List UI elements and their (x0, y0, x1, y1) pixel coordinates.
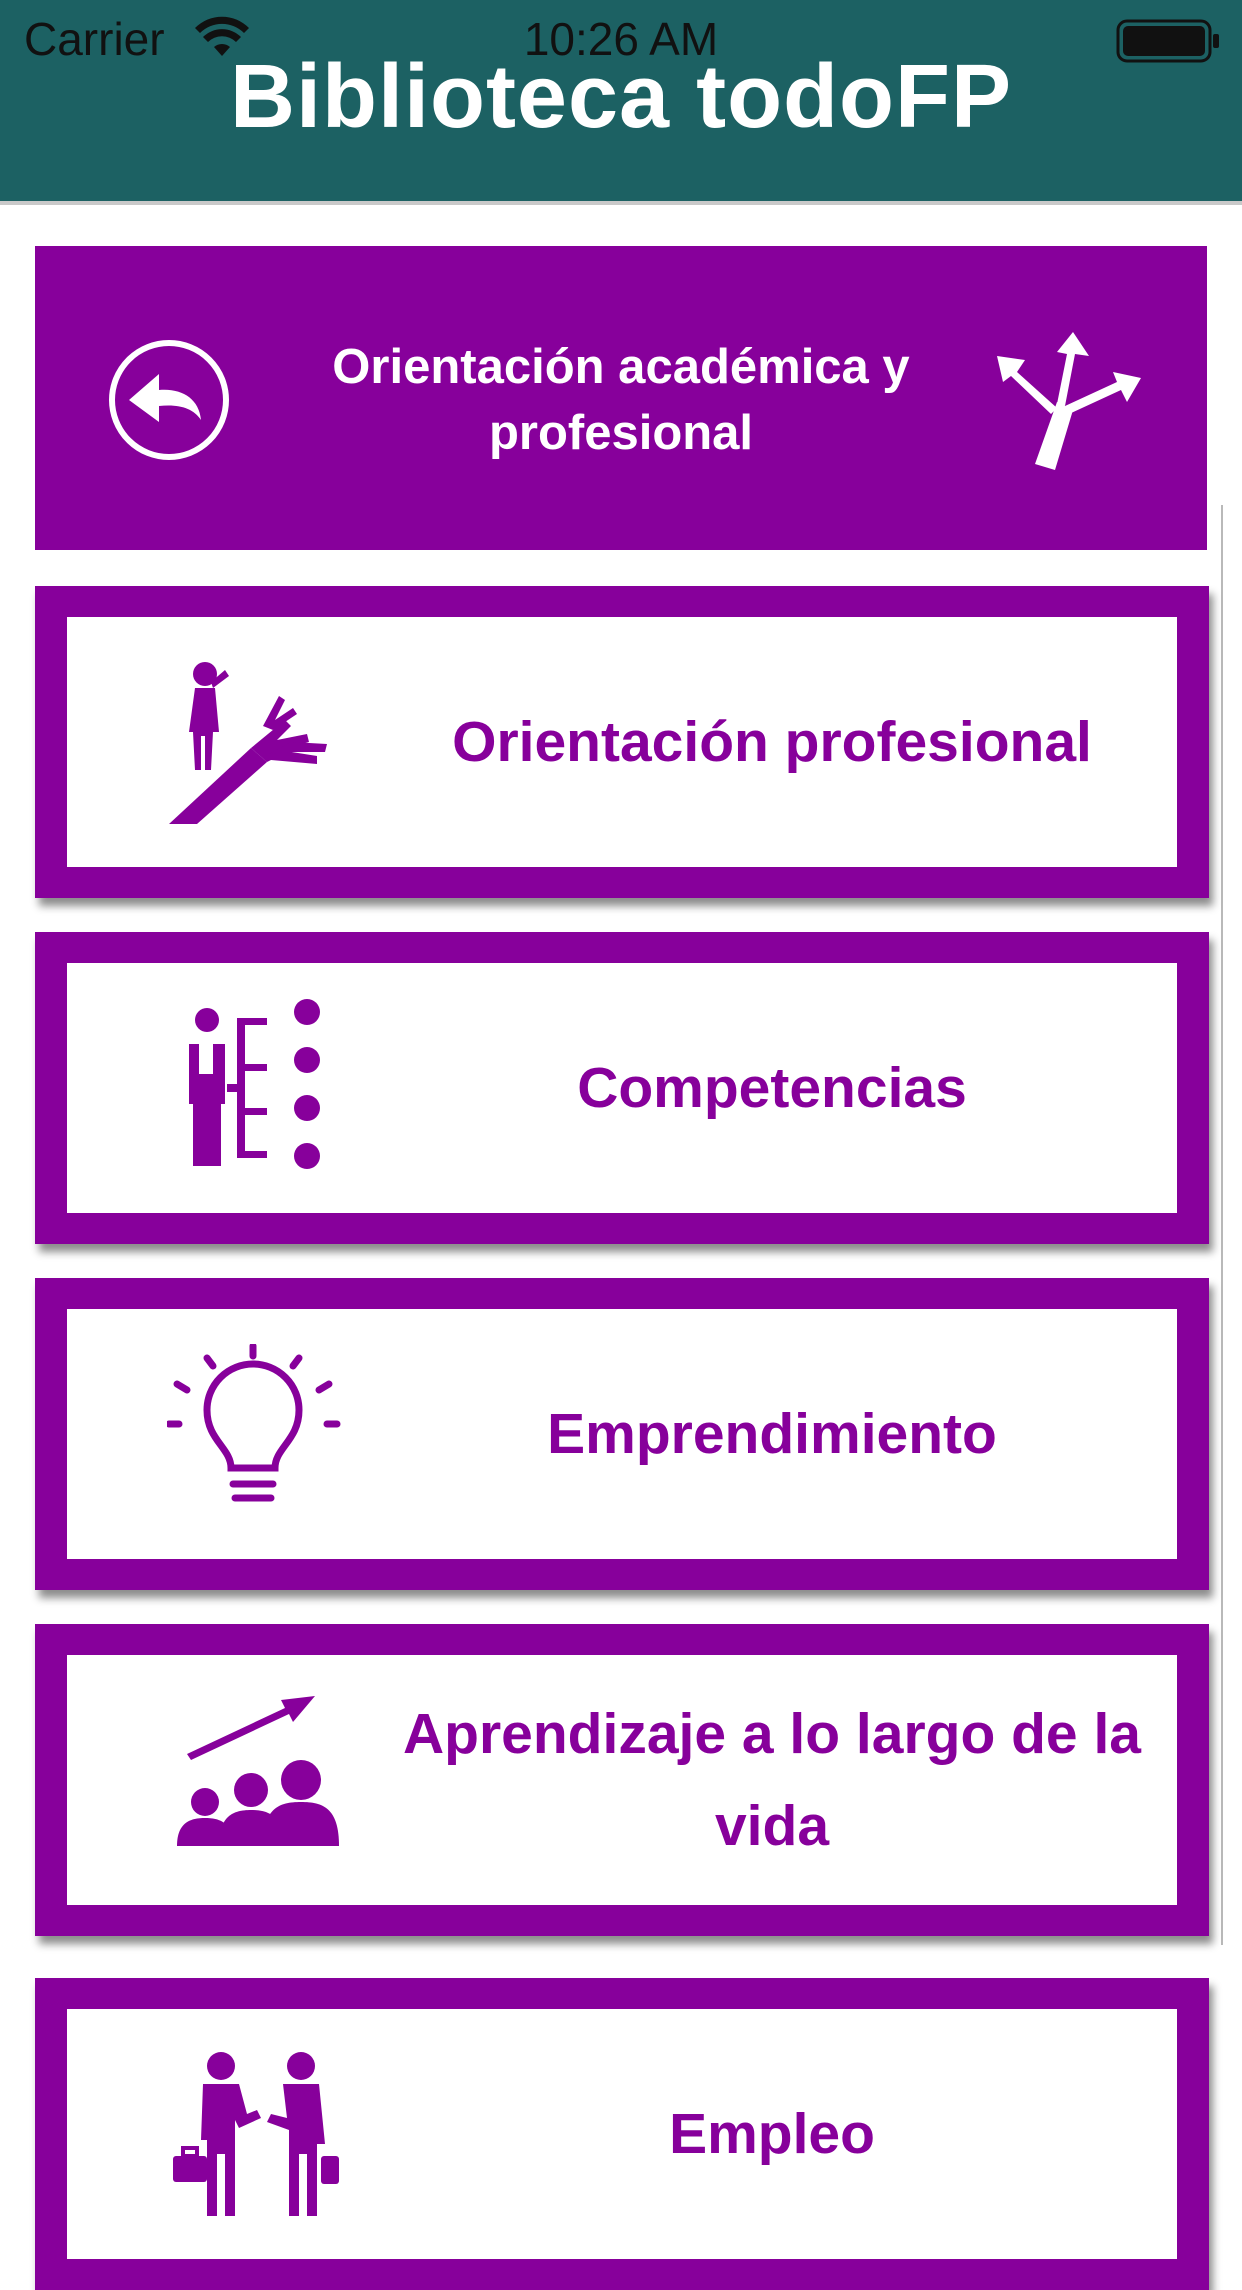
menu-item-label: Aprendizaje a lo largo de la vida (402, 1702, 1142, 1858)
scroll-indicator (1221, 505, 1223, 1945)
menu-item-label: Empleo (669, 2102, 875, 2166)
menu-item-label: Competencias (577, 1056, 967, 1120)
menu-item-competencias[interactable]: Competencias (35, 932, 1209, 1244)
app-bar: Carrier 10:26 AM Biblioteca todoFP (0, 0, 1242, 205)
menu-item-emprendimiento[interactable]: Emprendimiento (35, 1278, 1209, 1590)
lightbulb-icon (167, 1344, 341, 1502)
menu-item-empleo[interactable]: Empleo (35, 1978, 1209, 2290)
back-arrow-circle-icon[interactable] (107, 338, 231, 462)
app-title: Biblioteca todoFP (230, 47, 1012, 147)
menu-item-label: Orientación profesional (452, 710, 1092, 774)
competencies-tree-icon (189, 999, 320, 1169)
card-body: Empleo (67, 2009, 1177, 2259)
section-header: Orientación académica y profesional (35, 246, 1207, 550)
menu-item-label: Emprendimiento (547, 1402, 997, 1466)
section-title: Orientación académica y profesional (332, 340, 910, 460)
person-crossroads-icon (169, 662, 327, 824)
menu-item-aprendizaje[interactable]: Aprendizaje a lo largo de la vida (35, 1624, 1209, 1936)
card-body: Orientación profesional (67, 617, 1177, 867)
crossroads-arrows-icon (997, 332, 1141, 470)
card-body: Emprendimiento (67, 1309, 1177, 1559)
card-body: Competencias (67, 963, 1177, 1213)
group-growth-arrow-icon (177, 1696, 339, 1846)
card-body: Aprendizaje a lo largo de la vida (67, 1655, 1177, 1905)
businessmen-handshake-icon (173, 2052, 339, 2216)
menu-item-orientacion-profesional[interactable]: Orientación profesional (35, 586, 1209, 898)
